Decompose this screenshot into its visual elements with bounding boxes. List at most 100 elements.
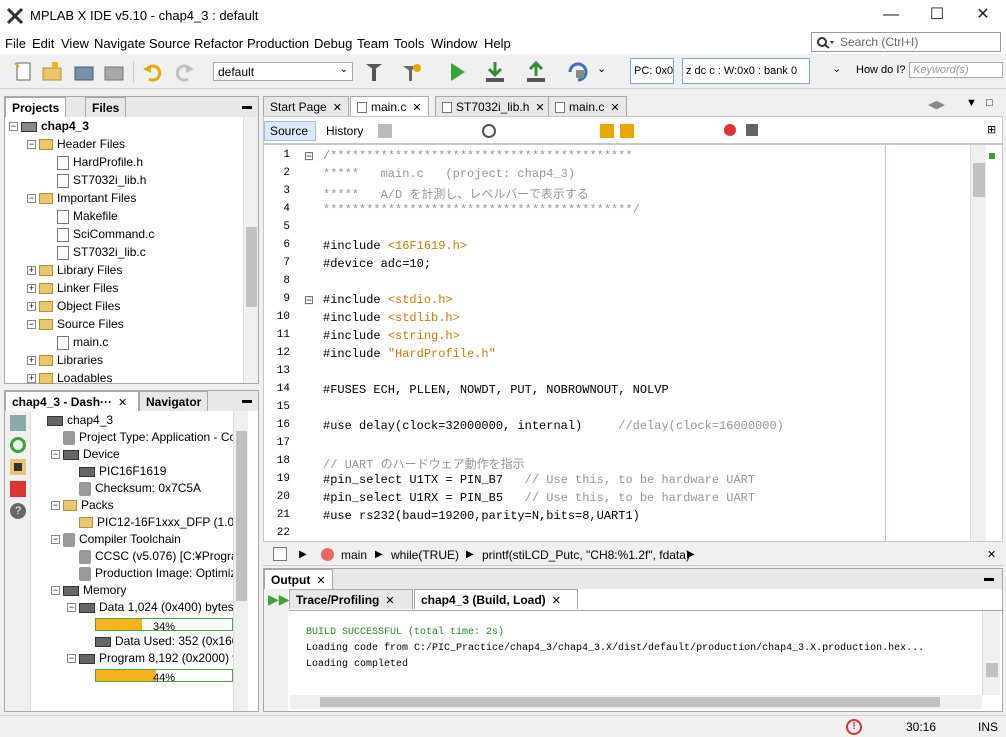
breadcrumb-printf[interactable]: printf(stiLCD_Putc, "CH8:%1.2f", fdata) [482,548,690,562]
tab-projects[interactable]: Projects [5,97,67,117]
fold-icon[interactable]: ⊟ [304,293,314,307]
tab-st7032i-lib-h[interactable]: ST7032i_lib.h ✕ [435,96,552,116]
project-tree-item[interactable]: + Object Files [27,297,120,315]
project-tree-item[interactable]: ST7032i_lib.c [45,243,146,261]
dashboard-tree-item[interactable]: Project Type: Application - Co [51,428,233,446]
dashboard-tree-item[interactable]: − Program 8,192 (0x2000) wo [67,649,233,667]
rerun-icon[interactable]: ▶▶ [268,591,290,608]
subtab-history[interactable]: History [320,121,369,141]
open-project-icon[interactable] [72,60,96,84]
project-properties-icon[interactable] [10,415,26,431]
tab-dashboard[interactable]: chap4_3 - Dash··· ✕ [5,391,139,411]
minimize-panel-icon[interactable]: ▬ [242,101,252,112]
menu-edit[interactable]: Edit [32,36,54,51]
close-project-icon[interactable] [102,60,126,84]
split-editor-icon[interactable]: ⊞ [987,123,996,136]
code-editor[interactable]: 1 ⊟ /*************************************… [263,144,1003,542]
pdf-icon[interactable] [10,481,26,497]
project-tree-item[interactable]: − Header Files [27,135,125,153]
project-tree-item[interactable]: + Loadables [27,369,112,387]
dashboard-tree-item[interactable]: − Packs [51,496,114,514]
close-icon[interactable]: ✕ [987,548,996,561]
minimize-panel-icon[interactable]: ▬ [984,573,994,584]
close-button[interactable]: ✕ [960,0,1006,32]
fold-icon[interactable]: ⊟ [304,149,314,163]
menu-navigate[interactable]: Navigate [94,36,145,51]
tab-main-c-2[interactable]: main.c ✕ [548,96,627,116]
chevron-down-icon[interactable]: ⌄ [832,62,841,75]
menu-debug[interactable]: Debug [314,36,352,51]
hold-reset-icon[interactable] [566,60,590,84]
maximize-editor-icon[interactable]: □ [986,97,993,109]
dashboard-tree-item[interactable]: PIC12-16F1xxx_DFP (1.0.2 [67,513,233,531]
editor-scrollbar[interactable] [970,145,986,541]
build-icon[interactable] [399,60,423,84]
minimize-panel-icon[interactable]: ▬ [242,395,252,406]
project-tree-item[interactable]: main.c [45,333,108,351]
toolbar-overflow-icon[interactable]: ⌄ [597,62,606,75]
subtab-source[interactable]: Source [264,121,316,141]
refresh-icon[interactable] [10,437,26,453]
dashboard-tree-item[interactable]: PIC16F1619 [67,462,166,480]
breadcrumb-main[interactable]: main [341,548,367,562]
menu-team[interactable]: Team [357,36,389,51]
tab-build-load[interactable]: chap4_3 (Build, Load) ✕ [414,589,578,609]
dashboard-tree-item[interactable]: − Compiler Toolchain [51,530,181,548]
new-file-icon[interactable] [12,60,36,84]
program-device-icon[interactable] [483,60,507,84]
search-input[interactable]: Search (Ctrl+I) [811,32,1001,52]
project-tree-item[interactable]: + Linker Files [27,279,118,297]
breadcrumb-while[interactable]: while(TRUE) [391,548,459,562]
menu-refactor[interactable]: Refactor [194,36,243,51]
tab-trace-profiling[interactable]: Trace/Profiling ✕ [289,589,413,609]
project-tree-item[interactable]: − Important Files [27,189,136,207]
configuration-select[interactable]: default ⌄ [213,62,353,81]
minimize-button[interactable]: — [868,0,914,32]
maximize-button[interactable]: ☐ [914,0,960,32]
project-tree-item[interactable]: − Source Files [27,315,124,333]
notification-icon[interactable]: ! [846,719,862,735]
undo-icon[interactable] [141,60,165,84]
read-device-icon[interactable] [524,60,548,84]
project-tree-item[interactable]: + Library Files [27,261,122,279]
project-tree-item[interactable]: + Libraries [27,351,103,369]
tab-output[interactable]: Output ✕ [264,569,333,589]
run-icon[interactable] [445,60,469,84]
chip-icon[interactable] [10,459,26,475]
menu-view[interactable]: View [61,36,89,51]
menu-file[interactable]: File [5,36,26,51]
dashboard-tree-item[interactable]: chap4_3 [35,411,113,429]
menu-tools[interactable]: Tools [394,36,424,51]
menu-source[interactable]: Source [149,36,190,51]
scroll-tabs-left-icon[interactable]: ◀▶ [928,98,945,111]
tab-navigator[interactable]: Navigator [139,391,209,411]
menu-help[interactable]: Help [484,36,511,51]
dashboard-tree-item[interactable]: CCSC (v5.076) [C:¥Program [67,547,233,565]
set-config-icon[interactable] [362,60,386,84]
tab-start-page[interactable]: Start Page ✕ [263,96,349,116]
dashboard-scrollbar[interactable] [233,411,248,711]
project-tree-item[interactable]: HardProfile.h [45,153,143,171]
menu-window[interactable]: Window [431,36,477,51]
output-scrollbar-h[interactable] [290,695,982,709]
tab-main-c[interactable]: main.c ✕ [350,96,429,116]
tab-list-icon[interactable]: ▼ [966,97,977,109]
dashboard-tree-item[interactable]: Checksum: 0x7C5A [67,479,201,497]
tab-files[interactable]: Files [85,97,127,117]
project-root[interactable]: − chap4_3 [9,117,89,135]
new-project-icon[interactable] [40,60,64,84]
menu-production[interactable]: Production [247,36,309,51]
projects-scrollbar[interactable] [243,117,258,383]
keyword-input[interactable]: Keyword(s) [909,62,1003,78]
dashboard-tree-item[interactable]: − Device [51,445,120,463]
project-tree-item[interactable]: ST7032i_lib.h [45,171,146,189]
project-tree-item[interactable]: Makefile [45,207,118,225]
redo-icon[interactable] [172,60,196,84]
project-tree-item[interactable]: SciCommand.c [45,225,154,243]
help-icon[interactable]: ? [10,503,26,519]
dashboard-tree-item[interactable]: − Memory [51,581,126,599]
dashboard-tree-item[interactable]: Data Used: 352 (0x160) [83,632,233,650]
output-scrollbar-v[interactable] [982,611,1000,695]
dashboard-tree-item[interactable]: Production Image: Optimiza [67,564,233,582]
dashboard-tree-item[interactable]: − Data 1,024 (0x400) bytes [67,598,233,616]
